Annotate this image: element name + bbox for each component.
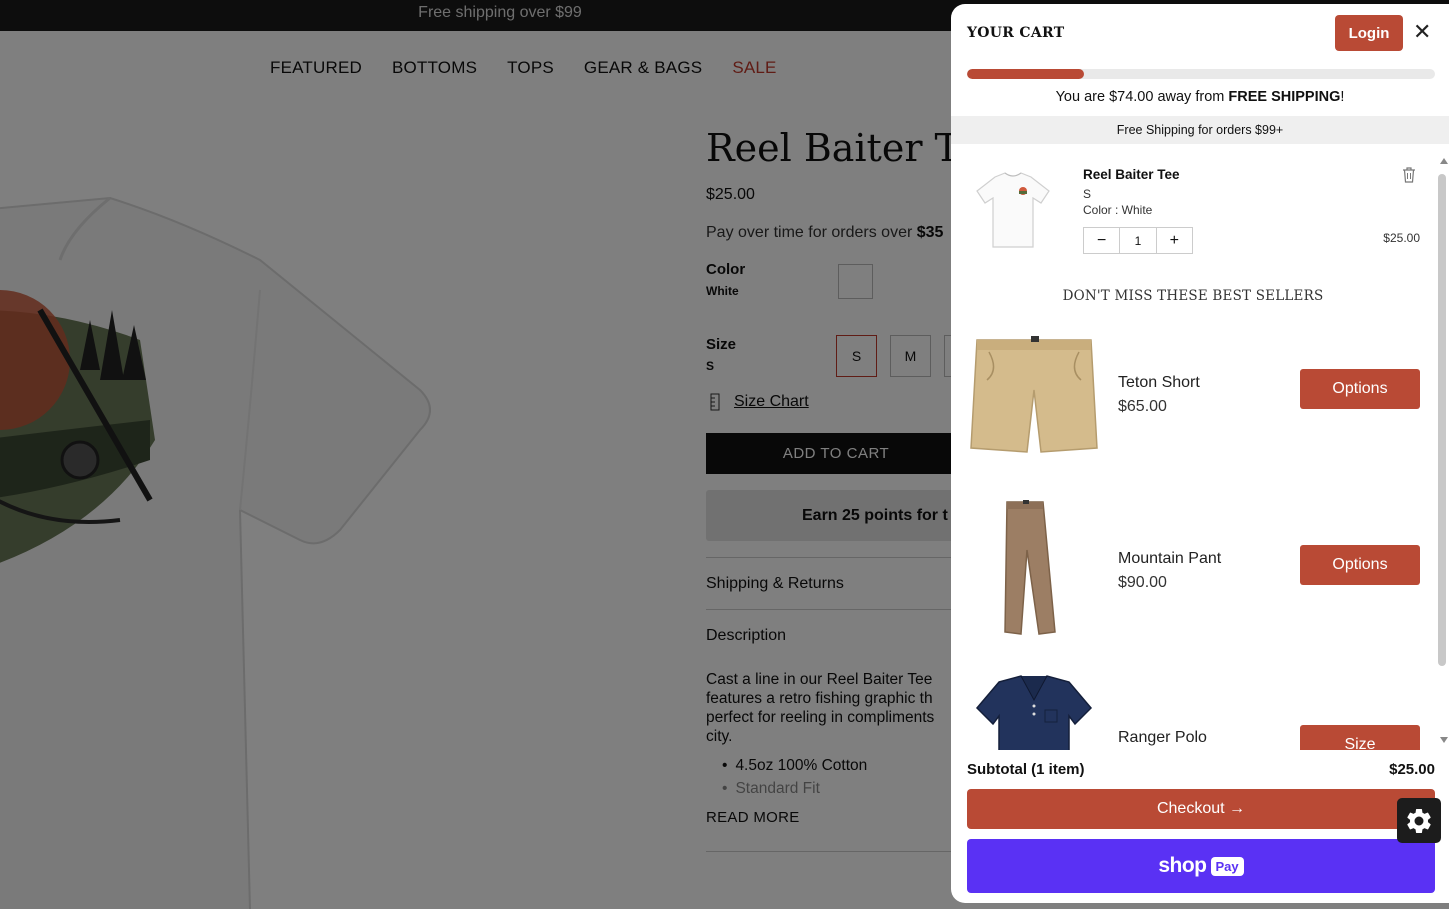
recommendation-price: $65.00 [1118, 398, 1167, 415]
quantity-decrease-button[interactable]: − [1084, 228, 1121, 253]
options-button[interactable]: Options [1300, 369, 1420, 409]
recommendation-image[interactable] [969, 330, 1099, 460]
scroll-down-arrow[interactable] [1440, 737, 1448, 743]
ship-msg-text: You are $74.00 away from [1055, 89, 1229, 105]
free-shipping-progress [967, 69, 1435, 79]
cart-title: YOUR CART [967, 25, 1065, 41]
ship-msg-bold: FREE SHIPPING [1228, 89, 1341, 105]
free-shipping-message: You are $74.00 away from FREE SHIPPING! [951, 89, 1449, 105]
recommendation-price: $90.00 [1118, 574, 1167, 591]
options-button[interactable]: Options [1300, 545, 1420, 585]
gear-icon[interactable] [1397, 798, 1441, 843]
cart-drawer: YOUR CART Login ✕ You are $74.00 away fr… [951, 4, 1449, 903]
scrollbar-thumb[interactable] [1438, 174, 1446, 666]
size-button[interactable]: Size [1300, 725, 1420, 750]
cart-item-name[interactable]: Reel Baiter Tee [1083, 167, 1180, 182]
ship-msg-end: ! [1340, 89, 1345, 105]
recommendation-item: Teton Short $65.00 Options [951, 330, 1449, 500]
recommendation-name[interactable]: Teton Short [1118, 374, 1200, 392]
trash-icon[interactable] [1402, 167, 1416, 183]
recommendation-image[interactable] [969, 500, 1099, 635]
recommendation-item: Mountain Pant $90.00 Options [951, 500, 1449, 670]
quantity-increase-button[interactable]: + [1155, 228, 1192, 253]
recommendation-name[interactable]: Ranger Polo [1118, 729, 1207, 747]
free-shipping-bar: Free Shipping for orders $99+ [951, 116, 1449, 144]
best-sellers-title: DON'T MISS THESE BEST SELLERS [1062, 288, 1324, 304]
shop-pay-button[interactable]: shop Pay [967, 839, 1435, 893]
cart-item-size: S [1083, 187, 1092, 201]
cart-scroll-region[interactable]: Reel Baiter Tee S Color : White − 1 + $2… [951, 145, 1449, 750]
subtotal-label: Subtotal (1 item) [967, 761, 1085, 778]
quantity-stepper: − 1 + [1083, 227, 1193, 254]
cart-item-image[interactable] [969, 165, 1057, 253]
recommendation-image[interactable] [969, 670, 1099, 750]
shop-pay-logo-pay: Pay [1210, 856, 1244, 876]
cart-item-price: $25.00 [1383, 231, 1420, 245]
login-button[interactable]: Login [1335, 15, 1403, 51]
cart-item-color: Color : White [1083, 203, 1153, 217]
recommendation-name[interactable]: Mountain Pant [1118, 550, 1221, 568]
progress-fill [967, 69, 1084, 79]
checkout-button[interactable]: Checkout → [967, 789, 1435, 829]
subtotal-value: $25.00 [1389, 761, 1435, 778]
shop-pay-logo-shop: shop [1158, 854, 1207, 877]
recommendation-item: Ranger Polo Size [951, 670, 1449, 750]
close-icon[interactable]: ✕ [1413, 20, 1431, 44]
scroll-up-arrow[interactable] [1440, 158, 1448, 164]
quantity-value[interactable]: 1 [1120, 228, 1155, 253]
